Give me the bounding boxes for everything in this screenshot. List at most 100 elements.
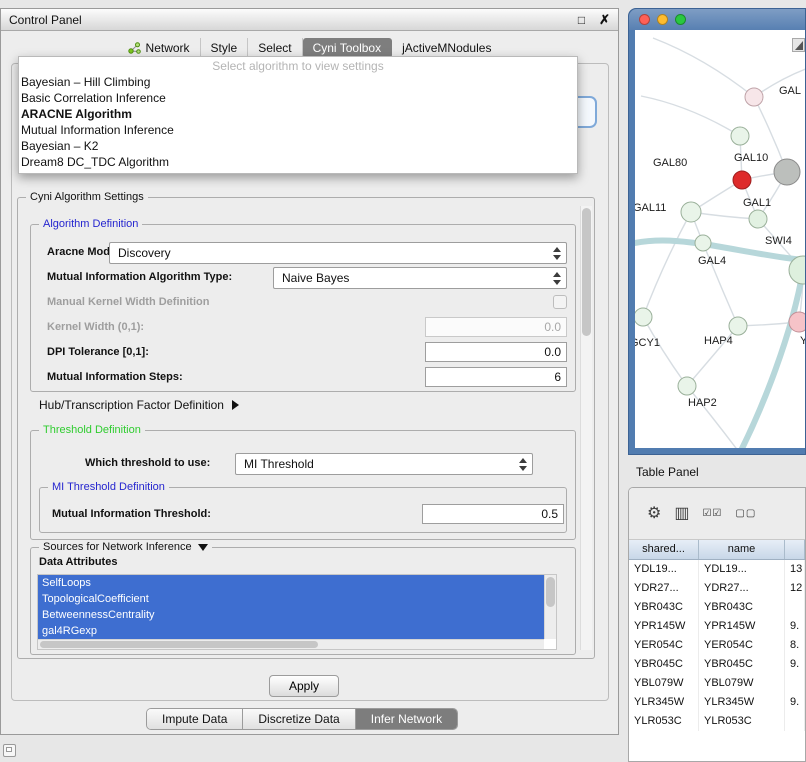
kernel-width-input[interactable] [425,317,567,337]
scrollbar-thumb[interactable] [546,577,555,607]
algorithm-option[interactable]: Mutual Information Inference [19,122,577,138]
bottom-tab-infer-network[interactable]: Infer Network [356,709,457,729]
network-canvas[interactable]: GALGAL80GAL10GAL11GAL1SWI4GAL4GCY1HAP4HA… [635,30,805,448]
control-panel-titlebar[interactable]: Control Panel □ ✗ [1,9,618,31]
float-window-icon[interactable]: □ [578,13,585,27]
table-cell: YLR345W [699,693,785,712]
table-row[interactable]: YBL079WYBL079W [629,674,805,693]
tab-label: Select [258,41,291,55]
table-cell: YPR145W [629,617,699,636]
sources-toggle[interactable]: Sources for Network Inference [39,540,212,554]
zoom-window-light[interactable] [675,14,686,25]
data-attributes-listbox[interactable]: SelfLoopsTopologicalCoefficientBetweenne… [37,574,557,650]
overview-corner-widget[interactable] [792,38,805,52]
table-cell: 9. [785,655,805,674]
table-row[interactable]: YDR27...YDR27...12 [629,579,805,598]
attribute-item[interactable]: TopologicalCoefficient [38,591,544,607]
stepper-arrows-icon [553,247,562,260]
network-node[interactable] [729,317,747,335]
bottom-tab-discretize-data[interactable]: Discretize Data [243,709,355,729]
network-node[interactable] [749,210,767,228]
table-row[interactable]: YLR345WYLR345W9. [629,693,805,712]
algorithm-option[interactable]: Basic Correlation Inference [19,90,577,106]
algorithm-option[interactable]: Dream8 DC_TDC Algorithm [19,154,577,170]
manual-kernel-width-label: Manual Kernel Width Definition [47,296,209,308]
network-node[interactable] [745,88,763,106]
column-header[interactable]: name [699,540,785,559]
algorithm-definition-group: Algorithm Definition Aracne Mode: Discov… [30,224,576,392]
attributes-vertical-scrollbar[interactable] [544,575,556,639]
table-row[interactable]: YDL19...YDL19...13 [629,560,805,579]
network-icon [128,42,141,54]
columns-icon[interactable]: ▥ [674,506,689,522]
algorithm-popup-list: Bayesian – Hill ClimbingBasic Correlatio… [19,74,577,170]
table-row[interactable]: YPR145WYPR145W9. [629,617,805,636]
apply-button[interactable]: Apply [269,675,339,697]
network-node[interactable] [695,235,711,251]
network-node[interactable] [731,127,749,145]
column-header[interactable] [785,540,805,559]
settings-vertical-scrollbar[interactable] [580,206,592,650]
table-cell: YDL19... [699,560,785,579]
aracne-mode-select[interactable]: Discovery [109,242,567,264]
cyni-algorithm-settings-group: Cyni Algorithm Settings Algorithm Defini… [17,197,595,659]
collapsed-arrow-icon [232,400,239,410]
network-node[interactable] [774,159,800,185]
tab-network[interactable]: Network [118,38,201,58]
table-cell: YLR345W [629,693,699,712]
table-row[interactable]: YLR053CYLR053C [629,712,805,731]
close-window-light[interactable] [639,14,650,25]
algorithm-option[interactable]: ARACNE Algorithm [19,106,577,122]
which-threshold-select[interactable]: MI Threshold [235,453,533,475]
network-node[interactable] [678,377,696,395]
select-rows-icon[interactable]: ☑☑ [702,509,722,519]
network-node[interactable] [681,202,701,222]
settings-gear-icon[interactable]: ⚙ [647,506,661,522]
table-cell [785,712,805,731]
tab-label: jActiveMNodules [402,41,491,55]
table-cell: YBR045C [629,655,699,674]
network-edge [643,212,691,317]
mi-steps-input[interactable] [425,367,567,387]
tab-jactivemnodules[interactable]: jActiveMNodules [392,38,501,58]
hub-definition-toggle[interactable]: Hub/Transcription Factor Definition [39,398,239,412]
kernel-width-label: Kernel Width (0,1): [47,321,144,333]
attribute-item[interactable]: SelfLoops [38,575,544,591]
unselect-rows-icon[interactable]: ▢▢ [735,509,756,519]
bottom-tab-impute-data[interactable]: Impute Data [147,709,243,729]
column-header[interactable]: shared... [629,540,699,559]
tab-cyni-toolbox[interactable]: Cyni Toolbox [303,38,392,58]
tab-style[interactable]: Style [201,38,249,58]
mi-threshold-definition-title: MI Threshold Definition [48,480,169,494]
algorithm-option[interactable]: Bayesian – K2 [19,138,577,154]
attribute-item[interactable]: gal4RGexp [38,623,544,639]
scrollbar-thumb[interactable] [582,208,591,336]
close-window-icon[interactable]: ✗ [599,12,610,28]
network-node[interactable] [635,308,652,326]
table-row[interactable]: YBR043CYBR043C [629,598,805,617]
mi-threshold-input[interactable] [422,504,564,524]
network-edge [687,386,745,448]
network-window-titlebar[interactable] [629,9,805,30]
network-svg: GALGAL80GAL10GAL11GAL1SWI4GAL4GCY1HAP4HA… [635,30,805,448]
table-cell: YER054C [699,636,785,655]
panel-dock-icon[interactable] [3,744,16,757]
network-node[interactable] [789,312,805,332]
algorithm-option[interactable]: Bayesian – Hill Climbing [19,74,577,90]
table-row[interactable]: YBR045CYBR045C9. [629,655,805,674]
network-node[interactable] [733,171,751,189]
mi-algorithm-type-select[interactable]: Naive Bayes [273,267,567,289]
table-row[interactable]: YER054CYER054C8. [629,636,805,655]
attributes-horizontal-scrollbar[interactable] [38,639,544,649]
network-node-label: HAP2 [688,397,717,409]
attribute-item[interactable]: BetweennessCentrality [38,607,544,623]
table-cell: YBL079W [699,674,785,693]
table-cell: 8. [785,636,805,655]
minimize-window-light[interactable] [657,14,668,25]
dpi-tolerance-input[interactable] [425,342,567,362]
scrollbar-thumb[interactable] [40,641,318,648]
manual-kernel-width-checkbox[interactable] [553,295,567,309]
sources-title: Sources for Network Inference [43,540,192,554]
mi-algorithm-type-value: Naive Bayes [282,271,349,285]
tab-select[interactable]: Select [248,38,302,58]
